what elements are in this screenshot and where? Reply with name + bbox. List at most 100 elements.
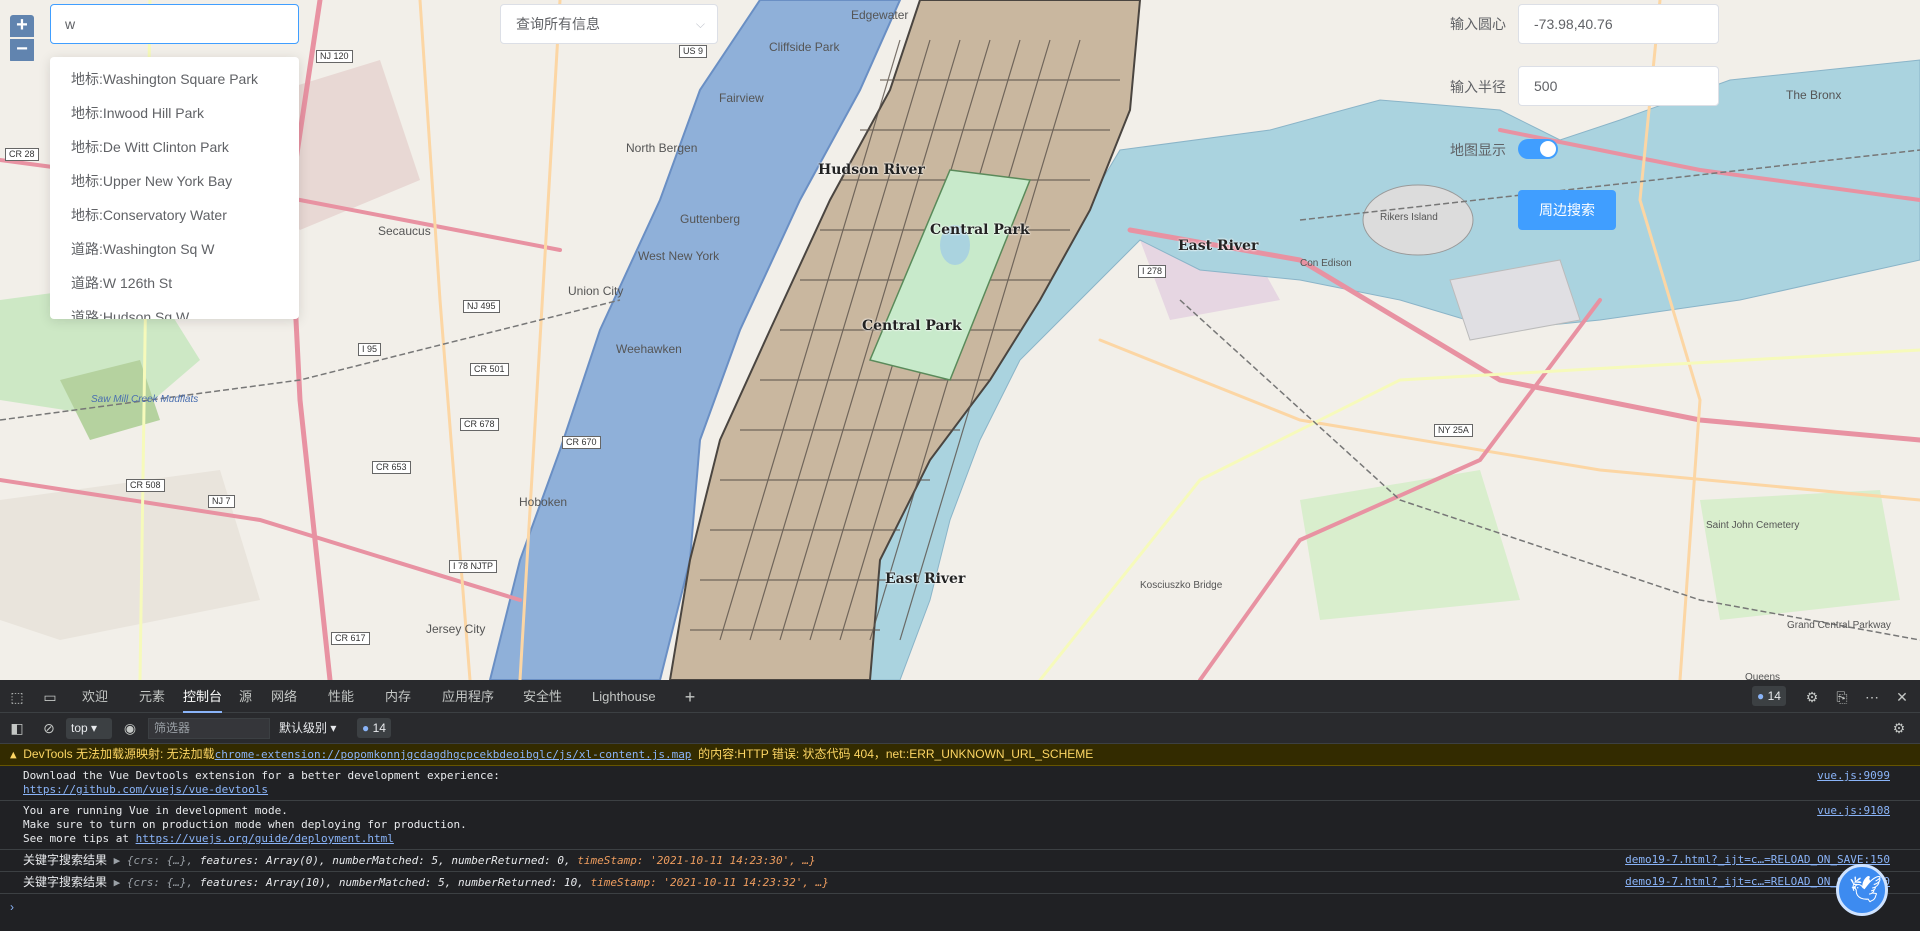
shield-cr508: CR 508 [126,479,165,492]
console-settings-icon[interactable]: ⚙ [1891,720,1907,736]
suggestion-item[interactable]: 道路:W 126th St [50,266,299,300]
issues-count: 14 [1767,689,1781,703]
console-message: 关键字搜索结果 ▶ {crs: {…}, features: Array(10)… [0,872,1920,894]
shield-i95: I 95 [358,343,382,356]
message-text: Download the Vue Devtools extension for … [23,769,500,782]
object-preview[interactable]: {crs: {…}, features: Array(0), numberMat… [127,854,816,867]
context-value: top [71,721,88,735]
expand-arrow-icon[interactable]: ▶ [114,854,127,867]
label-rikers-island: Rikers Island [1380,212,1438,223]
suggestion-item[interactable]: 道路:Hudson Sq W [50,300,299,319]
shield-cr653: CR 653 [372,461,411,474]
message-link[interactable]: https://github.com/vuejs/vue-devtools [23,783,268,796]
center-input[interactable]: -73.98,40.76 [1518,4,1719,44]
label-edgewater: Edgewater [851,8,909,22]
tab-sources[interactable]: 源 [239,680,252,713]
level-count: 14 [372,721,386,735]
search-suggestions: 地标:Washington Square Park 地标:Inwood Hill… [50,57,299,319]
message-source[interactable]: demo19-7.html?_ijt=c…=RELOAD_ON_SAVE:150 [1625,853,1890,867]
console-message: 关键字搜索结果 ▶ {crs: {…}, features: Array(0),… [0,850,1920,872]
tab-memory[interactable]: 内存 [385,680,411,713]
label-grand-central: Grand Central Parkway [1787,620,1891,631]
radius-input[interactable]: 500 [1518,66,1719,106]
center-label: 输入圆心 [1450,16,1506,32]
floating-assistant-icon[interactable] [1836,864,1888,916]
log-level-select[interactable]: 默认级别 ▾ [279,713,336,744]
label-con-edison: Con Edison [1300,258,1352,269]
nearby-search-button[interactable]: 周边搜索 [1518,190,1616,230]
query-type-select[interactable]: 查询所有信息 ⌵ [500,4,718,44]
label-cliffside-park: Cliffside Park [769,40,840,54]
eye-icon[interactable]: ◉ [122,720,138,736]
display-toggle[interactable] [1518,139,1558,159]
console-warning: ▲ DevTools 无法加载源映射: 无法加载chrome-extension… [0,744,1920,766]
label-secaucus: Secaucus [378,224,431,238]
label-weehawken: Weehawken [616,342,682,356]
context-select[interactable]: top ▾ [66,718,112,739]
object-preview[interactable]: {crs: {…}, features: Array(10), numberMa… [127,876,829,889]
message-text: You are running Vue in development mode. [23,804,288,817]
label-the-bronx: The Bronx [1786,88,1842,102]
label-north-bergen: North Bergen [626,141,698,155]
label-central-park: Central Park [930,222,1030,238]
issues-badge[interactable]: ● 14 [1752,686,1786,706]
message-link[interactable]: https://vuejs.org/guide/deployment.html [136,832,394,845]
zoom-in-button[interactable]: + [10,15,34,37]
message-icon: ● [362,721,373,735]
console-prompt[interactable]: › [0,894,1920,914]
chevron-down-icon: ⌵ [695,17,705,31]
tab-lighthouse[interactable]: Lighthouse [592,680,656,713]
label-west-new-york: West New York [638,249,720,263]
shield-us9: US 9 [679,45,708,58]
more-icon[interactable]: ⋯ [1864,689,1880,705]
message-label: 关键字搜索结果 [23,875,108,889]
suggestion-item[interactable]: 地标:De Witt Clinton Park [50,130,299,164]
console-toolbar: ◧ ⊘ top ▾ ◉ 筛选器 默认级别 ▾ ● 14 ⚙ [0,713,1920,744]
customize-icon[interactable]: ⎘ [1834,689,1850,705]
zoom-controls: + − [10,15,34,63]
settings-icon[interactable]: ⚙ [1804,689,1820,705]
label-queens: Queens [1745,672,1781,680]
message-label: 关键字搜索结果 [23,853,108,867]
message-source[interactable]: vue.js:9108 [1817,804,1890,818]
zoom-out-button[interactable]: − [10,39,34,61]
tab-network[interactable]: 网络 [271,680,297,713]
tab-elements[interactable]: 元素 [139,680,165,713]
inspect-icon[interactable]: ⬚ [9,689,25,705]
suggestion-item[interactable]: 地标:Upper New York Bay [50,164,299,198]
tab-performance[interactable]: 性能 [328,680,354,713]
console-message: You are running Vue in development mode.… [0,801,1920,850]
tab-application[interactable]: 应用程序 [442,680,494,713]
label-east-river: East River [1178,238,1259,254]
device-toolbar-icon[interactable]: ▭ [42,689,58,705]
tab-security[interactable]: 安全性 [523,680,562,713]
warning-icon: ▲ [10,748,17,761]
tab-welcome[interactable]: 欢迎 [82,680,108,713]
suggestion-item[interactable]: 道路:Washington Sq W [50,232,299,266]
clear-console-icon[interactable]: ⊘ [41,720,57,736]
label-east-river-2: East River [885,571,966,587]
message-source[interactable]: vue.js:9099 [1817,769,1890,783]
label-hudson-river: Hudson River [818,162,925,178]
expand-arrow-icon[interactable]: ▶ [114,876,127,889]
shield-i278: I 278 [1138,265,1167,278]
map-view[interactable]: Hudson River Central Park Central Park E… [0,0,1920,680]
shield-nj120: NJ 120 [316,50,353,63]
sidebar-toggle-icon[interactable]: ◧ [9,720,25,736]
close-icon[interactable]: ✕ [1894,689,1910,705]
level-badge[interactable]: ● 14 [357,718,391,738]
shield-cr670: CR 670 [562,436,601,449]
keyword-search-input[interactable]: w [50,4,299,44]
suggestion-item[interactable]: 地标:Washington Square Park [50,62,299,96]
filter-input[interactable]: 筛选器 [148,718,270,739]
warning-suffix: 的内容:HTTP 错误: 状态代码 404，net::ERR_UNKNOWN_U… [698,747,1094,761]
label-hoboken: Hoboken [519,495,568,509]
suggestion-item[interactable]: 地标:Conservatory Water [50,198,299,232]
warning-link[interactable]: chrome-extension://popomkonnjgcdagdhgcpc… [215,748,692,761]
shield-i78: I 78 NJTP [449,560,498,573]
label-saint-john: Saint John Cemetery [1706,520,1800,531]
suggestion-item[interactable]: 地标:Inwood Hill Park [50,96,299,130]
shield-cr678: CR 678 [460,418,499,431]
add-tab-icon[interactable]: + [682,688,698,706]
tab-console[interactable]: 控制台 [183,680,223,713]
